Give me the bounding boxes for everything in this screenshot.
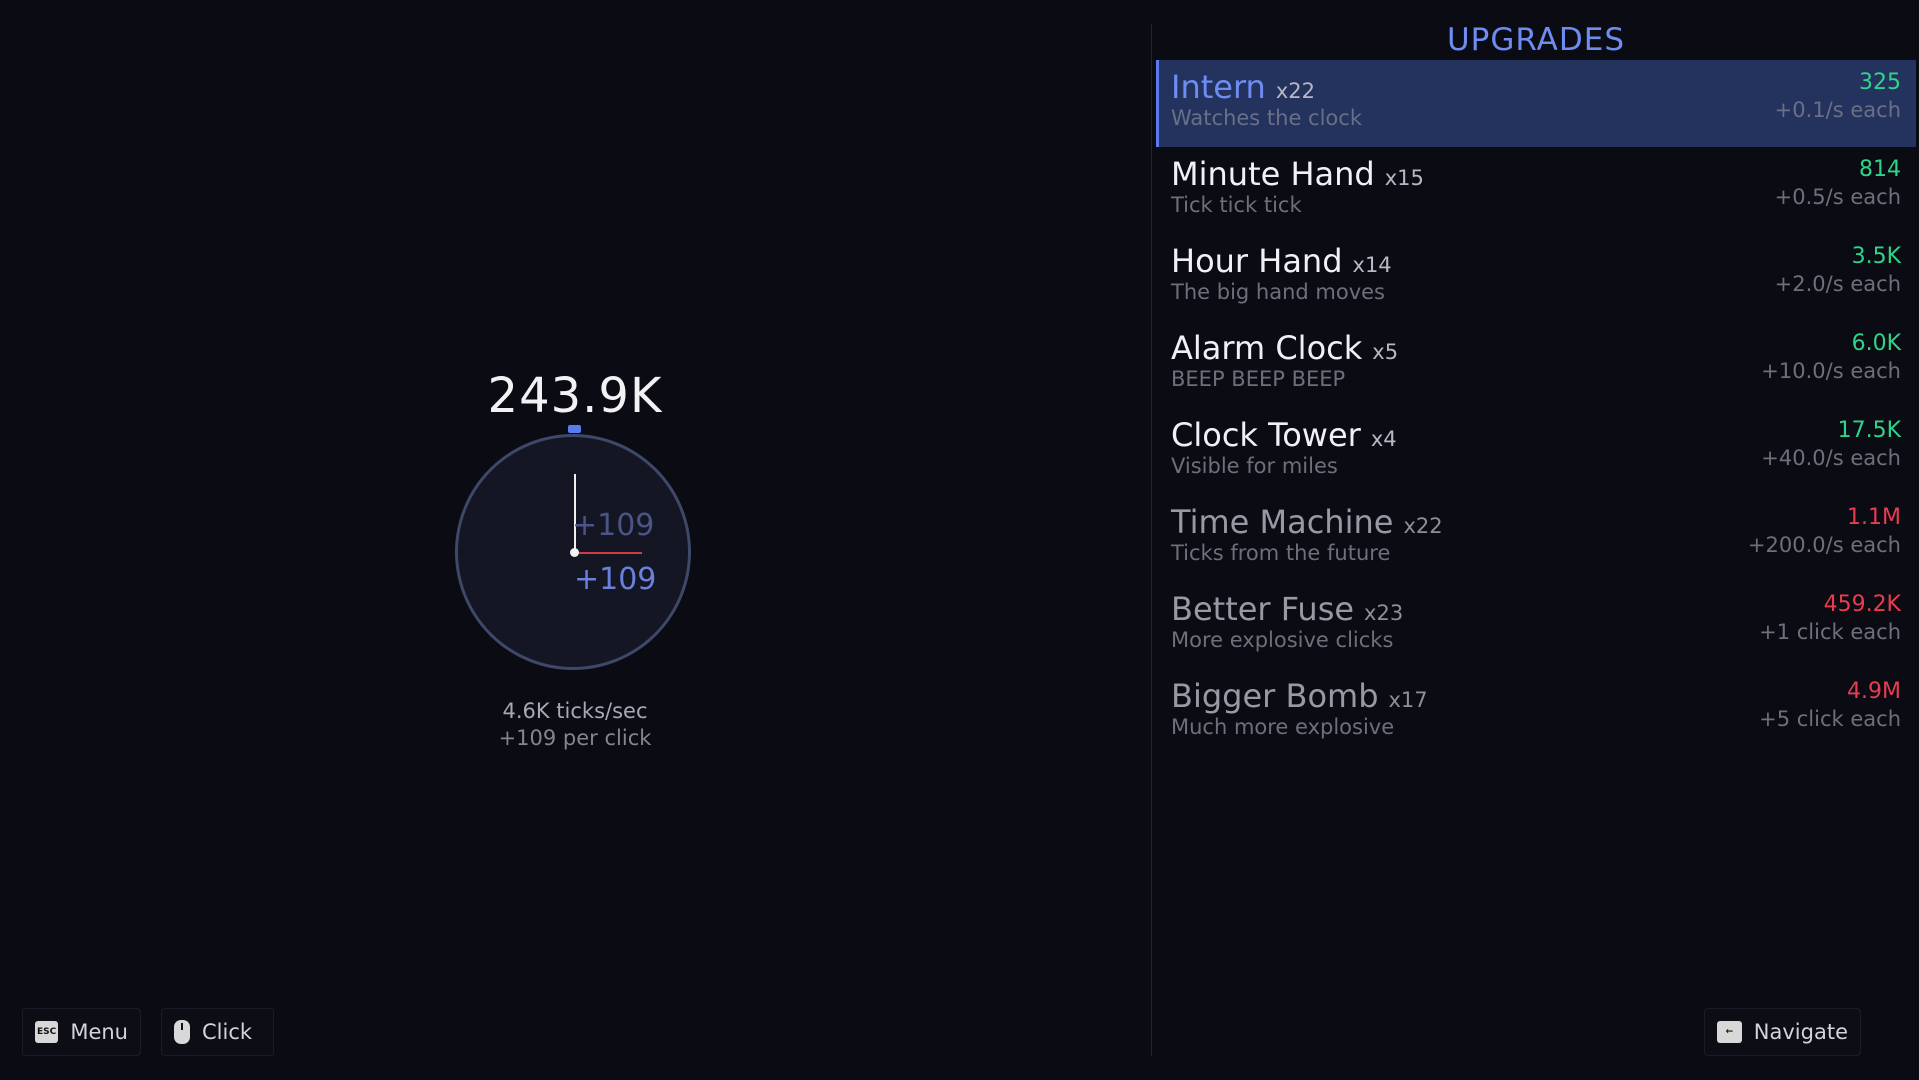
upgrade-cost: 814: [1859, 157, 1901, 182]
upgrades-panel: UPGRADES Intern x22 Watches the clock 325 +0…: [1156, 20, 1916, 756]
upgrade-name: Bigger Bomb x17: [1171, 677, 1428, 715]
upgrade-item[interactable]: Intern x22 Watches the clock 325 +0.1/s each: [1156, 60, 1916, 147]
hour-hand: [576, 552, 642, 554]
upgrade-description: Watches the clock: [1171, 106, 1362, 130]
upgrade-description: The big hand moves: [1171, 280, 1385, 304]
upgrade-count: x15: [1384, 166, 1424, 190]
upgrade-description: Much more explosive: [1171, 715, 1395, 739]
upgrade-description: Tick tick tick: [1171, 193, 1302, 217]
menu-button[interactable]: ESC Menu: [22, 1008, 141, 1056]
upgrade-name-text: Bigger Bomb: [1171, 677, 1379, 715]
upgrade-name: Intern x22: [1171, 68, 1315, 106]
upgrade-count: x14: [1352, 253, 1392, 277]
floating-gain-text: +109: [574, 562, 657, 597]
upgrade-item[interactable]: Better Fuse x23 More explosive clicks 459.2…: [1156, 582, 1916, 669]
upgrade-count: x5: [1372, 340, 1399, 364]
upgrade-name-text: Clock Tower: [1171, 416, 1361, 454]
upgrade-name: Better Fuse x23: [1171, 590, 1403, 628]
upgrade-name-text: Better Fuse: [1171, 590, 1355, 628]
panel-title: UPGRADES: [1446, 22, 1626, 58]
upgrade-description: BEEP BEEP BEEP: [1171, 367, 1346, 391]
upgrade-item[interactable]: Bigger Bomb x17 Much more explosive 4.9M +5 …: [1156, 669, 1916, 756]
upgrade-rate: +40.0/s each: [1761, 446, 1901, 470]
upgrade-cost: 459.2K: [1823, 592, 1901, 617]
upgrade-rate: +1 click each: [1759, 620, 1901, 644]
stats: 4.6K ticks/sec +109 per click: [0, 698, 1150, 752]
upgrade-name-text: Alarm Clock: [1171, 329, 1363, 367]
upgrade-name-text: Time Machine: [1171, 503, 1394, 541]
upgrade-name: Clock Tower x4: [1171, 416, 1397, 454]
game-area: 243.9K +109 +109 4.6K ticks/sec +109 per…: [0, 0, 1150, 1080]
upgrade-name: Time Machine x22: [1171, 503, 1443, 541]
upgrade-rate: +5 click each: [1759, 707, 1901, 731]
upgrade-rate: +2.0/s each: [1774, 272, 1901, 296]
ticks-per-sec: 4.6K ticks/sec: [502, 699, 648, 723]
per-click: +109 per click: [498, 726, 652, 750]
menu-label: Menu: [70, 1020, 128, 1044]
upgrade-rate: +0.1/s each: [1774, 98, 1901, 122]
upgrade-cost: 6.0K: [1851, 331, 1901, 356]
upgrade-description: Ticks from the future: [1171, 541, 1391, 565]
floating-gain-text: +109: [572, 508, 655, 543]
tick-score: 243.9K: [487, 368, 663, 424]
upgrade-name-text: Intern: [1171, 68, 1266, 106]
mouse-icon: [174, 1020, 190, 1044]
upgrade-item[interactable]: Minute Hand x15 Tick tick tick 814 +0.5/s ea…: [1156, 147, 1916, 234]
click-label: Click: [202, 1020, 253, 1044]
click-hint[interactable]: Click: [161, 1008, 274, 1056]
upgrade-name-text: Hour Hand: [1171, 242, 1343, 280]
upgrade-count: x23: [1364, 601, 1404, 625]
upgrade-name: Alarm Clock x5: [1171, 329, 1398, 367]
upgrade-rate: +10.0/s each: [1761, 359, 1901, 383]
upgrade-item[interactable]: Clock Tower x4 Visible for miles 17.5K +40.0…: [1156, 408, 1916, 495]
upgrade-name: Hour Hand x14: [1171, 242, 1392, 280]
upgrade-description: More explosive clicks: [1171, 628, 1394, 652]
upgrade-name: Minute Hand x15: [1171, 155, 1424, 193]
upgrade-item[interactable]: Hour Hand x14 The big hand moves 3.5K +2.0/s…: [1156, 234, 1916, 321]
clock-center: [570, 548, 579, 557]
upgrade-list: Intern x22 Watches the clock 325 +0.1/s each…: [1156, 60, 1916, 756]
navigate-label: Navigate: [1753, 1020, 1848, 1044]
upgrade-count: x22: [1403, 514, 1443, 538]
upgrade-count: x4: [1370, 427, 1397, 451]
upgrade-item[interactable]: Time Machine x22 Ticks from the future 1.1M…: [1156, 495, 1916, 582]
upgrade-item[interactable]: Alarm Clock x5 BEEP BEEP BEEP 6.0K +10.0/s e…: [1156, 321, 1916, 408]
esc-key-icon: ESC: [35, 1021, 59, 1043]
upgrade-cost: 3.5K: [1851, 244, 1901, 269]
upgrade-description: Visible for miles: [1171, 454, 1338, 478]
arrow-key-icon: ←: [1717, 1021, 1742, 1043]
upgrade-cost: 17.5K: [1837, 418, 1901, 443]
upgrade-cost: 4.9M: [1847, 679, 1901, 704]
navigate-hint[interactable]: ← Navigate: [1704, 1008, 1861, 1056]
upgrade-rate: +0.5/s each: [1774, 185, 1901, 209]
upgrade-count: x17: [1388, 688, 1428, 712]
upgrade-name-text: Minute Hand: [1171, 155, 1375, 193]
upgrade-count: x22: [1275, 79, 1315, 103]
clock-crown: [568, 425, 581, 433]
upgrade-cost: 1.1M: [1847, 505, 1901, 530]
upgrade-rate: +200.0/s each: [1747, 533, 1901, 557]
panel-divider: [1151, 24, 1152, 1056]
upgrade-cost: 325: [1859, 70, 1901, 95]
